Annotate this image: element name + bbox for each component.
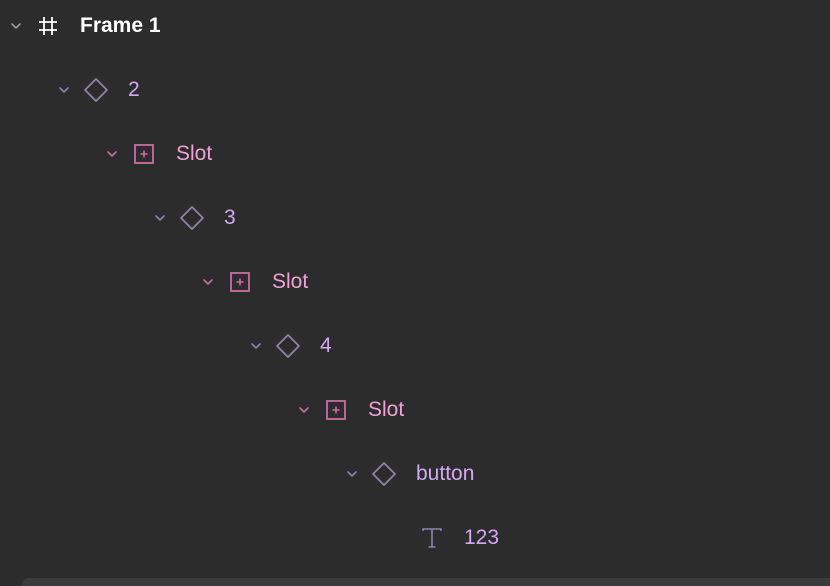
chevron-down-icon[interactable]: [343, 465, 361, 483]
layer-name: 123: [464, 526, 500, 549]
chevron-down-icon[interactable]: [247, 337, 265, 355]
component-instance-icon: [274, 332, 302, 360]
layer-name: 4: [320, 334, 332, 357]
chevron-down-icon[interactable]: [295, 401, 313, 419]
layer-name: 3: [224, 206, 236, 229]
component-instance-icon: [82, 76, 110, 104]
chevron-down-icon[interactable]: [199, 273, 217, 291]
chevron-down-icon[interactable]: [55, 81, 73, 99]
layer-row-slot[interactable]: Slot: [0, 122, 830, 186]
layer-name: Slot: [368, 398, 405, 421]
layers-panel: Frame 1 2 Slot 3 Slot 4 Slot button 123: [0, 0, 830, 586]
layer-row-slot[interactable]: Slot: [0, 250, 830, 314]
slot-icon: [130, 140, 158, 168]
layer-name: Slot: [176, 142, 213, 165]
slot-icon: [322, 396, 350, 424]
layer-row-text-123[interactable]: 123: [0, 506, 830, 570]
layer-name: Slot: [272, 270, 309, 293]
layer-row-frame-1[interactable]: Frame 1: [0, 0, 830, 58]
slot-icon: [226, 268, 254, 296]
component-instance-icon: [178, 204, 206, 232]
layer-row-slot[interactable]: Slot: [0, 378, 830, 442]
chevron-down-icon[interactable]: [103, 145, 121, 163]
layer-row-component-4[interactable]: 4: [0, 314, 830, 378]
frame-icon: [34, 12, 62, 40]
layer-name: button: [416, 462, 475, 485]
chevron-down-icon[interactable]: [7, 17, 25, 35]
layer-row-component-3[interactable]: 3: [0, 186, 830, 250]
chevron-down-icon[interactable]: [151, 209, 169, 227]
text-icon: [418, 524, 446, 552]
horizontal-scrollbar[interactable]: [22, 578, 830, 586]
layer-name: 2: [128, 78, 140, 101]
layer-row-component-2[interactable]: 2: [0, 58, 830, 122]
component-instance-icon: [370, 460, 398, 488]
layer-name: Frame 1: [80, 14, 161, 37]
layer-row-component-button[interactable]: button: [0, 442, 830, 506]
